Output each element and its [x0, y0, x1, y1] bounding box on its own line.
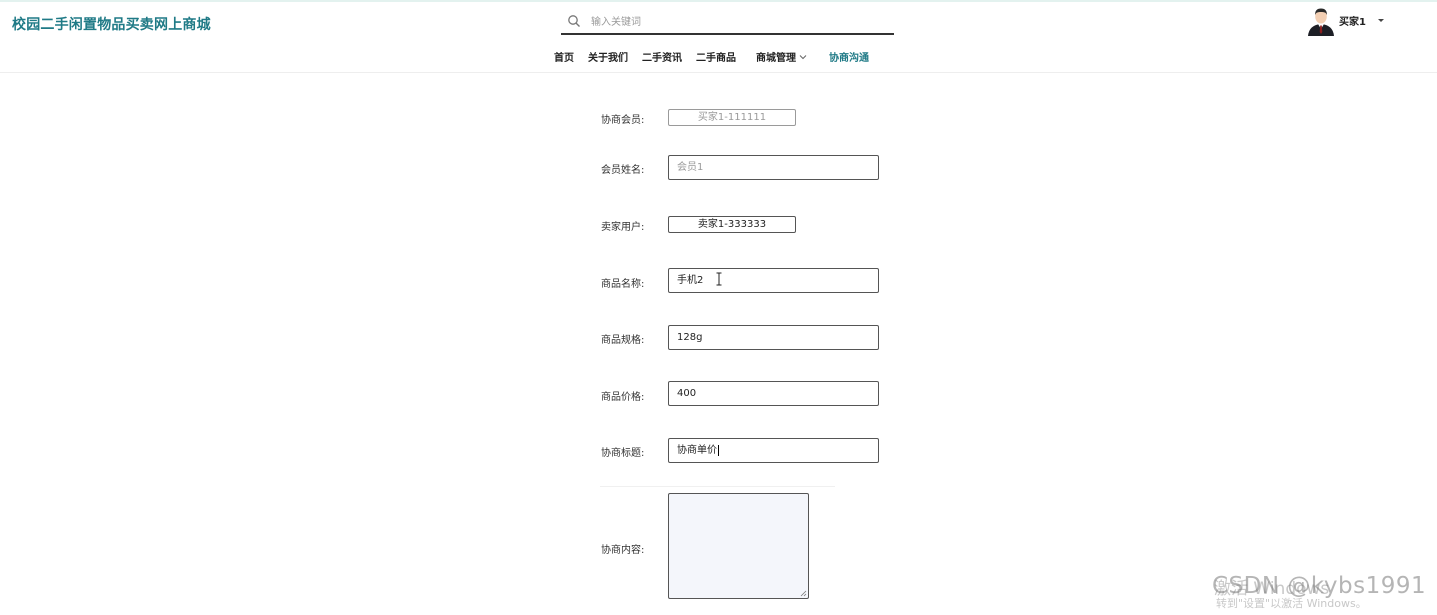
- chevron-down-icon: [799, 54, 807, 59]
- seller-field[interactable]: 卖家1-333333: [668, 216, 796, 233]
- nav-item-label: 关于我们: [588, 53, 628, 64]
- nav-item-negotiation[interactable]: 协商沟通: [829, 49, 869, 64]
- site-title[interactable]: 校园二手闲置物品买卖网上商城: [12, 14, 211, 34]
- title-field[interactable]: 协商单价: [668, 438, 879, 463]
- content-textarea[interactable]: [668, 493, 809, 599]
- nav-item-mall-management[interactable]: 商城管理: [756, 49, 807, 64]
- nav-item-label: 二手商品: [696, 53, 736, 64]
- search-icon[interactable]: [567, 14, 581, 28]
- search-input[interactable]: [591, 12, 881, 32]
- caret-down-icon[interactable]: [1377, 19, 1384, 22]
- nav-item-home[interactable]: 首页: [554, 49, 574, 64]
- product-price-label: 商品价格:: [601, 392, 645, 403]
- divider: [600, 486, 835, 487]
- i-beam-cursor-icon: [716, 272, 722, 286]
- nav-item-label: 协商沟通: [829, 53, 869, 64]
- header: 校园二手闲置物品买卖网上商城 首页 关于我们 二手资讯 二手商品 商城管理 协商…: [0, 0, 1437, 73]
- member-label: 协商会员:: [601, 115, 645, 126]
- title-label: 协商标题:: [601, 448, 645, 459]
- product-price-field[interactable]: 400: [668, 381, 879, 406]
- main-nav: 首页 关于我们 二手资讯 二手商品 商城管理 协商沟通: [554, 49, 883, 64]
- user-menu[interactable]: 买家1: [1305, 4, 1384, 36]
- member-field: 买家1-111111: [668, 109, 796, 126]
- nav-item-products[interactable]: 二手商品: [696, 49, 736, 64]
- search-bar: [561, 9, 894, 35]
- content-label: 协商内容:: [601, 545, 645, 556]
- member-name-label: 会员姓名:: [601, 165, 645, 176]
- product-spec-label: 商品规格:: [601, 335, 645, 346]
- nav-item-label: 二手资讯: [642, 53, 682, 64]
- nav-item-label: 首页: [554, 53, 574, 64]
- nav-item-about[interactable]: 关于我们: [588, 49, 628, 64]
- top-accent-line: [0, 0, 1437, 2]
- member-name-field[interactable]: 会员1: [668, 155, 879, 180]
- title-field-text: 协商单价: [677, 445, 717, 456]
- csdn-watermark: CSDN @kybs1991: [1212, 573, 1427, 599]
- nav-item-label: 商城管理: [756, 53, 796, 64]
- nav-item-news[interactable]: 二手资讯: [642, 49, 682, 64]
- text-caret: [718, 444, 719, 456]
- resize-grip-icon[interactable]: [799, 589, 807, 597]
- user-name[interactable]: 买家1: [1339, 13, 1366, 28]
- seller-label: 卖家用户:: [601, 222, 645, 233]
- product-name-label: 商品名称:: [601, 279, 645, 290]
- product-name-field[interactable]: 手机2: [668, 268, 879, 293]
- product-spec-field[interactable]: 128g: [668, 325, 879, 350]
- avatar[interactable]: [1305, 4, 1337, 36]
